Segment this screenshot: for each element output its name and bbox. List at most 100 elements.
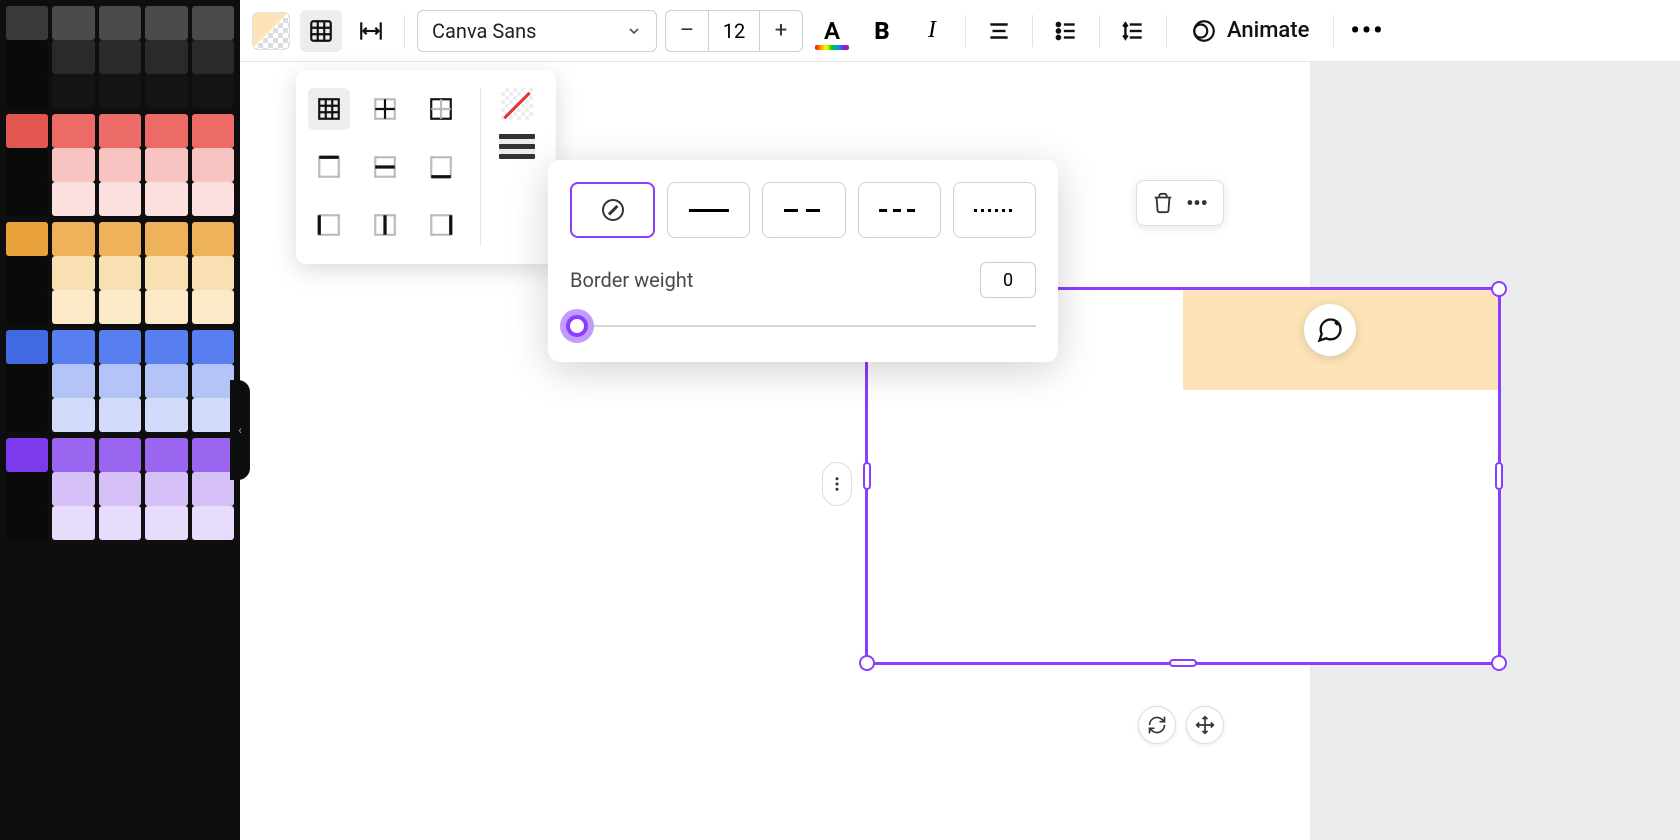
font-size-decrease[interactable]: – (666, 11, 708, 51)
palette-swatch[interactable] (192, 222, 234, 256)
palette-swatch[interactable] (99, 438, 141, 472)
palette-swatch[interactable] (145, 40, 187, 74)
palette-swatch[interactable] (99, 148, 141, 182)
palette-swatch[interactable] (99, 74, 141, 108)
collapse-sidebar-button[interactable]: ‹ (230, 380, 250, 480)
palette-swatch[interactable] (6, 438, 48, 472)
bold-button[interactable]: B (861, 10, 903, 52)
palette-swatch[interactable] (99, 330, 141, 364)
palette-swatch[interactable] (145, 364, 187, 398)
move-button[interactable] (1186, 706, 1224, 744)
border-weight-slider[interactable] (570, 312, 1036, 340)
border-weight-input[interactable] (980, 262, 1036, 298)
border-bottom[interactable] (420, 146, 462, 188)
border-right[interactable] (420, 204, 462, 246)
palette-swatch[interactable] (52, 148, 94, 182)
palette-swatch[interactable] (99, 506, 141, 540)
palette-swatch[interactable] (99, 222, 141, 256)
palette-swatch[interactable] (6, 222, 48, 256)
sync-button[interactable] (1138, 706, 1176, 744)
palette-swatch[interactable] (99, 472, 141, 506)
line-style-solid[interactable] (667, 182, 750, 238)
border-style-button[interactable] (300, 10, 342, 52)
palette-swatch[interactable] (52, 74, 94, 108)
palette-swatch[interactable] (6, 398, 48, 432)
palette-swatch[interactable] (52, 290, 94, 324)
palette-swatch[interactable] (145, 114, 187, 148)
comment-button[interactable] (1304, 304, 1356, 356)
palette-swatch[interactable] (192, 364, 234, 398)
palette-swatch[interactable] (192, 114, 234, 148)
palette-swatch[interactable] (145, 256, 187, 290)
palette-swatch[interactable] (192, 256, 234, 290)
line-style-dashed[interactable] (762, 182, 845, 238)
palette-swatch[interactable] (6, 74, 48, 108)
palette-swatch[interactable] (6, 364, 48, 398)
resize-handle-sw[interactable] (859, 655, 875, 671)
border-outer[interactable] (420, 88, 462, 130)
palette-swatch[interactable] (6, 330, 48, 364)
palette-swatch[interactable] (52, 256, 94, 290)
palette-swatch[interactable] (145, 6, 187, 40)
resize-handle-right[interactable] (1495, 462, 1503, 490)
resize-handle-left[interactable] (863, 462, 871, 490)
line-spacing-button[interactable] (1112, 10, 1154, 52)
palette-swatch[interactable] (145, 438, 187, 472)
line-style-dotted[interactable] (953, 182, 1036, 238)
palette-swatch[interactable] (145, 74, 187, 108)
palette-swatch[interactable] (52, 506, 94, 540)
palette-swatch[interactable] (52, 6, 94, 40)
palette-swatch[interactable] (192, 40, 234, 74)
row-options-button[interactable] (822, 462, 852, 506)
palette-swatch[interactable] (52, 364, 94, 398)
spacing-button[interactable] (350, 10, 392, 52)
line-style-short-dashed[interactable] (858, 182, 941, 238)
animate-button[interactable]: Animate (1179, 10, 1321, 52)
palette-swatch[interactable] (99, 6, 141, 40)
palette-swatch[interactable] (145, 222, 187, 256)
palette-swatch[interactable] (6, 472, 48, 506)
italic-button[interactable]: I (911, 10, 953, 52)
palette-swatch[interactable] (99, 290, 141, 324)
palette-swatch[interactable] (145, 330, 187, 364)
resize-handle-se[interactable] (1491, 655, 1507, 671)
palette-swatch[interactable] (52, 472, 94, 506)
palette-swatch[interactable] (99, 182, 141, 216)
palette-swatch[interactable] (192, 330, 234, 364)
palette-swatch[interactable] (6, 40, 48, 74)
palette-swatch[interactable] (6, 6, 48, 40)
border-line-style[interactable] (499, 134, 535, 159)
palette-swatch[interactable] (52, 40, 94, 74)
font-size-value[interactable]: 12 (708, 11, 760, 51)
border-top[interactable] (308, 146, 350, 188)
line-style-none[interactable] (570, 182, 655, 238)
palette-swatch[interactable] (99, 114, 141, 148)
palette-swatch[interactable] (99, 398, 141, 432)
palette-swatch[interactable] (192, 74, 234, 108)
palette-swatch[interactable] (6, 290, 48, 324)
palette-swatch[interactable] (99, 364, 141, 398)
palette-swatch[interactable] (192, 438, 234, 472)
border-none[interactable] (499, 88, 535, 120)
palette-swatch[interactable] (99, 256, 141, 290)
palette-swatch[interactable] (192, 148, 234, 182)
border-vertical[interactable] (364, 204, 406, 246)
palette-swatch[interactable] (145, 472, 187, 506)
palette-swatch[interactable] (52, 398, 94, 432)
palette-swatch[interactable] (192, 290, 234, 324)
list-button[interactable] (1045, 10, 1087, 52)
palette-swatch[interactable] (52, 438, 94, 472)
palette-swatch[interactable] (6, 114, 48, 148)
border-all[interactable] (308, 88, 350, 130)
palette-swatch[interactable] (192, 6, 234, 40)
delete-button[interactable] (1147, 187, 1179, 219)
palette-swatch[interactable] (192, 398, 234, 432)
resize-handle-ne[interactable] (1491, 281, 1507, 297)
font-size-increase[interactable]: + (760, 11, 802, 51)
palette-swatch[interactable] (145, 182, 187, 216)
border-horizontal[interactable] (364, 146, 406, 188)
palette-swatch[interactable] (192, 472, 234, 506)
border-left[interactable] (308, 204, 350, 246)
palette-swatch[interactable] (6, 148, 48, 182)
palette-swatch[interactable] (52, 114, 94, 148)
